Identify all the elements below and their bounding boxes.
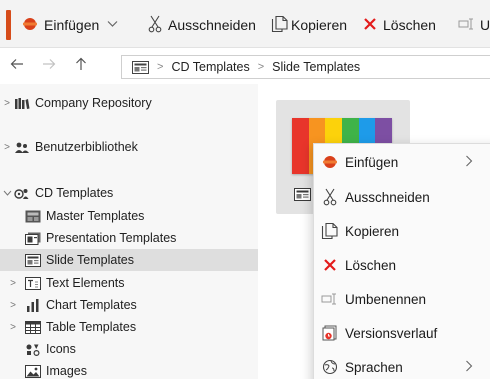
tree-item-icons[interactable]: Icons bbox=[0, 338, 258, 360]
menu-item-label: Sprachen bbox=[345, 359, 403, 375]
toolbar-delete-button[interactable]: Löschen bbox=[363, 14, 436, 36]
chevron-right-icon[interactable]: > bbox=[8, 278, 18, 289]
tree-item-slide-templates[interactable]: Slide Templates bbox=[0, 249, 258, 271]
delete-x-icon bbox=[321, 256, 339, 274]
tree-item-label: Icons bbox=[46, 342, 76, 356]
tree-item-label: Company Repository bbox=[35, 96, 152, 110]
toolbar-delete-label: Löschen bbox=[383, 17, 436, 33]
tree-item-text-elements[interactable]: > Text Elements bbox=[0, 272, 258, 294]
tree-item-cd-templates[interactable]: CD Templates bbox=[0, 182, 258, 204]
toolbar-rename-button[interactable]: U bbox=[458, 14, 490, 36]
menu-item-version-history[interactable]: Versionsverlauf bbox=[314, 317, 490, 349]
master-template-icon bbox=[25, 209, 41, 223]
folder-slide-icon bbox=[132, 60, 149, 74]
toolbar-cut-label: Ausschneiden bbox=[168, 17, 256, 33]
menu-item-rename[interactable]: Umbenennen bbox=[314, 283, 490, 315]
toolbar-accent-bar bbox=[6, 10, 11, 40]
chevron-right-icon[interactable]: > bbox=[8, 322, 18, 333]
chevron-right-icon: > bbox=[257, 61, 265, 73]
address-path-box[interactable]: > CD Templates > Slide Templates bbox=[121, 55, 490, 79]
icons-icon bbox=[25, 342, 41, 356]
menu-item-copy[interactable]: Kopieren bbox=[314, 215, 490, 247]
toolbar-rename-label: U bbox=[480, 17, 490, 33]
chevron-down-icon bbox=[107, 19, 118, 31]
tree-item-presentation-templates[interactable]: Presentation Templates bbox=[0, 227, 258, 249]
chevron-right-icon[interactable]: > bbox=[2, 98, 12, 109]
tree-item-label: Benutzerbibliothek bbox=[35, 140, 138, 154]
rename-icon bbox=[321, 290, 339, 308]
menu-item-label: Ausschneiden bbox=[345, 189, 430, 205]
chart-icon bbox=[25, 298, 41, 312]
chevron-right-icon bbox=[465, 359, 473, 375]
globe-icon bbox=[321, 358, 339, 376]
paste-icon bbox=[321, 153, 339, 171]
toolbar-paste-label: Einfügen bbox=[44, 17, 100, 33]
tree-item-table-templates[interactable]: > Table Templates bbox=[0, 316, 258, 338]
chevron-right-icon[interactable]: > bbox=[2, 142, 12, 153]
menu-item-cut[interactable]: Ausschneiden bbox=[314, 181, 490, 213]
scissors-icon bbox=[148, 15, 162, 36]
copy-icon bbox=[321, 222, 339, 240]
tree-item-master-templates[interactable]: Master Templates bbox=[0, 205, 258, 227]
scissors-icon bbox=[321, 188, 339, 206]
ribbon-toolbar: Einfügen Ausschneiden Kopieren Löschen U bbox=[0, 0, 490, 48]
tree-item-benutzerbibliothek[interactable]: > Benutzerbibliothek bbox=[0, 136, 258, 158]
slide-template-icon bbox=[294, 188, 311, 206]
toolbar-paste-button[interactable]: Einfügen bbox=[22, 14, 118, 36]
tree-item-label: Table Templates bbox=[46, 320, 137, 334]
table-icon bbox=[25, 320, 41, 334]
menu-item-label: Einfügen bbox=[345, 154, 399, 170]
tree-item-images[interactable]: Images bbox=[0, 360, 258, 379]
up-arrow-icon[interactable] bbox=[74, 57, 88, 74]
tree-item-label: Images bbox=[46, 364, 87, 378]
tree-item-label: CD Templates bbox=[35, 186, 114, 200]
thumbnail-color-stripe bbox=[292, 118, 309, 174]
tree-item-label: Master Templates bbox=[46, 209, 145, 223]
context-menu: Einfügen Ausschneiden Kopieren Löschen U… bbox=[313, 143, 490, 379]
users-icon bbox=[14, 140, 30, 154]
menu-item-label: Löschen bbox=[345, 257, 397, 273]
toolbar-cut-button[interactable]: Ausschneiden bbox=[148, 14, 256, 36]
slide-template-icon bbox=[25, 253, 41, 267]
breadcrumb-cd-templates[interactable]: CD Templates bbox=[171, 60, 249, 74]
library-icon bbox=[14, 96, 30, 110]
menu-item-languages[interactable]: Sprachen bbox=[314, 351, 490, 379]
chevron-right-icon: > bbox=[157, 61, 164, 73]
image-icon bbox=[25, 364, 41, 378]
copy-icon bbox=[271, 15, 289, 36]
text-elements-icon bbox=[25, 276, 41, 290]
folder-tree-sidebar: > Company Repository > Benutzerbibliothe… bbox=[0, 84, 258, 379]
cd-templates-icon bbox=[14, 186, 30, 200]
chevron-down-icon[interactable] bbox=[2, 188, 12, 199]
tree-item-label: Text Elements bbox=[46, 276, 125, 290]
tree-item-chart-templates[interactable]: > Chart Templates bbox=[0, 294, 258, 316]
presentation-icon bbox=[25, 231, 41, 245]
back-arrow-icon[interactable] bbox=[10, 57, 24, 74]
chevron-right-icon bbox=[465, 154, 473, 170]
menu-item-paste[interactable]: Einfügen bbox=[314, 146, 490, 178]
toolbar-copy-label: Kopieren bbox=[291, 17, 348, 33]
rename-icon bbox=[458, 17, 476, 33]
menu-item-label: Umbenennen bbox=[345, 291, 427, 307]
menu-item-delete[interactable]: Löschen bbox=[314, 249, 490, 281]
navigation-bar: > CD Templates > Slide Templates bbox=[0, 48, 490, 84]
tree-item-company-repository[interactable]: > Company Repository bbox=[0, 92, 258, 114]
menu-item-label: Versionsverlauf bbox=[345, 325, 438, 341]
forward-arrow-icon[interactable] bbox=[42, 57, 56, 74]
delete-x-icon bbox=[363, 17, 377, 34]
breadcrumb-slide-templates[interactable]: Slide Templates bbox=[272, 60, 360, 74]
paste-icon bbox=[22, 17, 38, 34]
chevron-right-icon[interactable]: > bbox=[8, 300, 18, 311]
tree-item-label: Chart Templates bbox=[46, 298, 137, 312]
version-history-icon bbox=[321, 324, 339, 342]
toolbar-copy-button[interactable]: Kopieren bbox=[271, 14, 347, 36]
menu-item-label: Kopieren bbox=[345, 223, 400, 239]
tree-item-label: Presentation Templates bbox=[46, 231, 177, 245]
tree-item-label: Slide Templates bbox=[46, 253, 135, 267]
